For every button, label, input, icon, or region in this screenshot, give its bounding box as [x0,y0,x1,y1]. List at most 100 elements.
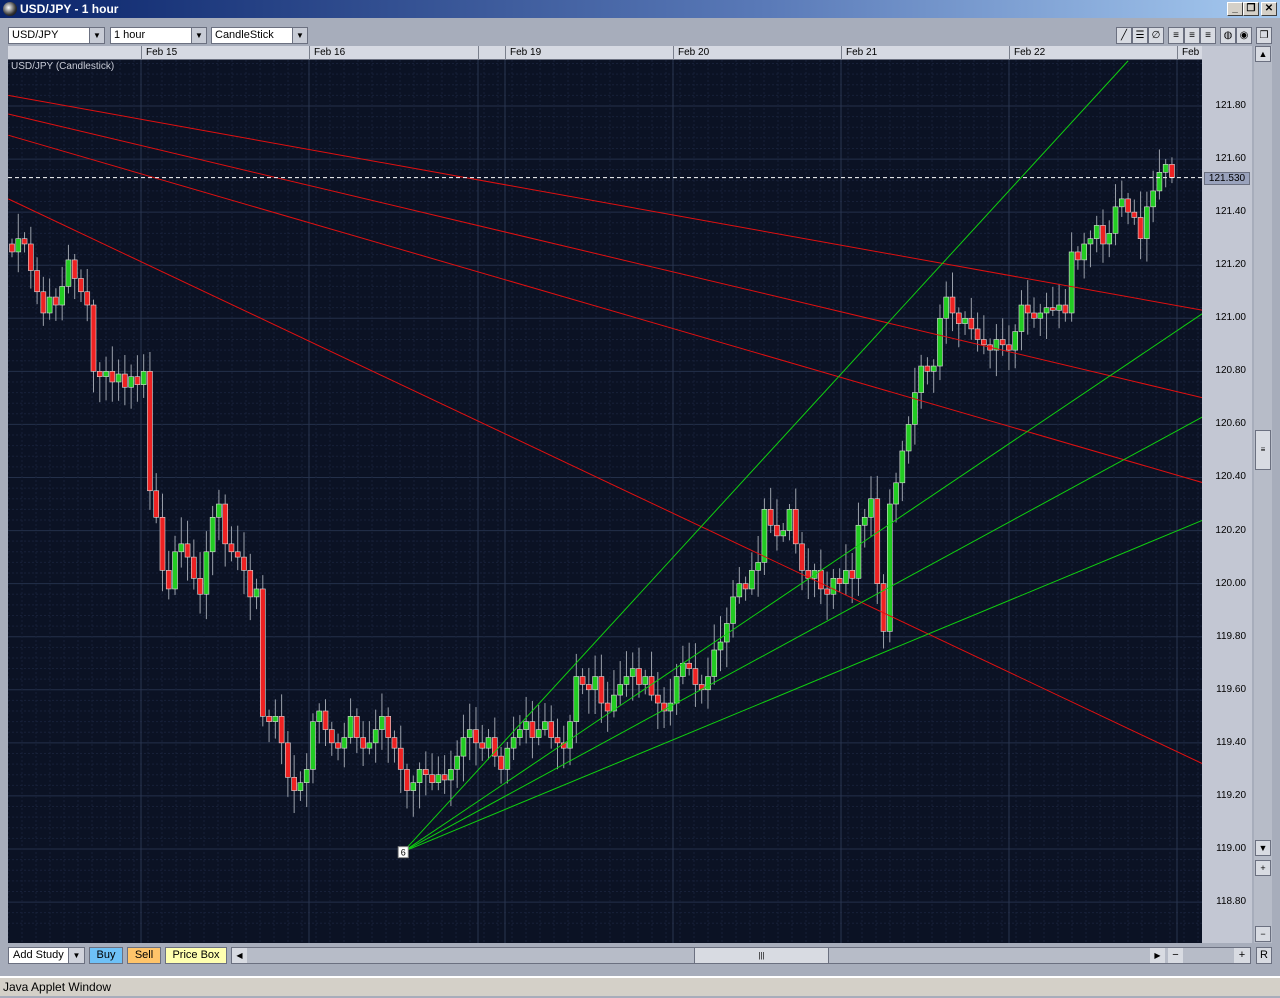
candle-up [592,676,598,691]
candle-up [178,543,185,553]
candle-down [692,668,699,685]
candle-up [899,450,906,484]
scroll-right-icon[interactable]: ▶ [1150,948,1165,963]
sell-button[interactable]: Sell [127,947,161,964]
grid-2-icon[interactable]: ≡ [1184,27,1200,44]
candle-up [1068,251,1075,314]
minimize-button[interactable]: _ [1227,2,1243,16]
candle-up [209,516,216,553]
scroll-down-icon[interactable]: ▼ [1255,840,1271,856]
candle-down [397,747,404,770]
chevron-down-icon: ▼ [89,28,104,43]
price-box-button[interactable]: Price Box [165,947,227,964]
candle-up [542,721,548,730]
candle-down [441,774,448,781]
candle-down [147,371,153,492]
candle-up [930,365,937,372]
candle-up [943,296,950,319]
symbol-select[interactable]: USD/JPY ▼ [8,27,105,44]
candle-down [266,716,272,722]
candle-down [90,304,97,372]
candle-up [347,716,354,738]
vertical-scrollbar[interactable]: ▲ ≡ ▼ + − [1254,46,1272,943]
candle-down [1131,211,1138,218]
add-study-dropdown[interactable]: ▼ [68,947,85,964]
price-tick-label: 119.80 [1216,630,1246,642]
candle-down [792,509,799,545]
candle-up [680,662,686,677]
fan-tool-icon[interactable]: ∅ [1148,27,1164,44]
interval-value: 1 hour [114,29,146,41]
candle-down [153,490,160,518]
reset-button[interactable]: R [1256,947,1272,964]
zoom-out-h-icon[interactable]: − [1168,948,1183,963]
pattern-tool-icon[interactable]: ◉ [1236,27,1252,44]
candle-down [122,373,128,388]
horizontal-lines-icon[interactable]: ☰ [1132,27,1148,44]
current-price-label: 121.530 [1204,171,1250,185]
candle-up [303,769,310,783]
candle-up [937,317,943,367]
candle-down [285,742,291,778]
date-label [478,46,505,60]
scroll-up-icon[interactable]: ▲ [1255,46,1271,62]
candle-up [912,392,918,425]
detach-window-icon[interactable]: ❐ [1256,27,1272,44]
zoom-in-icon[interactable]: + [1255,860,1271,876]
candle-down [109,371,116,383]
candle-down [949,296,956,314]
close-button[interactable]: ✕ [1261,2,1277,16]
buy-button[interactable]: Buy [89,947,123,964]
candle-up [567,721,573,749]
line-tool-icon[interactable]: ╱ [1116,27,1132,44]
candle-down [21,238,28,245]
candle-up [272,716,279,722]
candle-up [454,755,460,770]
candle-down [228,543,235,553]
candle-down [554,737,561,744]
candle-down [1100,225,1106,245]
candle-up [341,737,348,749]
zoom-out-icon[interactable]: − [1255,926,1271,942]
circle-tool-icon[interactable]: ◍ [1220,27,1236,44]
candle-up [297,782,304,791]
scroll-left-icon[interactable]: ◀ [232,948,247,963]
candle-down [191,556,197,579]
candle-down [579,676,586,685]
candle-up [1012,331,1019,351]
candle-up [310,721,316,770]
candle-up [410,782,417,791]
candle-up [1162,164,1169,173]
candle-down [278,716,285,744]
candle-up [868,498,874,518]
candle-up [918,365,924,393]
price-tick-label: 120.80 [1215,365,1246,377]
candlestick-chart[interactable]: 6 [8,60,1202,943]
candle-up [59,286,65,306]
date-label: Feb 15 [141,46,309,60]
chevron-down-icon: ▼ [191,28,206,43]
candle-down [1062,304,1069,314]
restore-button[interactable]: ❐ [1243,2,1259,16]
candle-up [642,676,649,685]
candle-up [623,676,630,685]
candle-up [216,503,222,518]
candle-up [780,530,787,537]
candle-up [203,551,210,595]
interval-select[interactable]: 1 hour ▼ [110,27,207,44]
horizontal-scrollbar[interactable]: ◀ ||| ▶ − + [231,947,1251,964]
horizontal-scroll-thumb[interactable]: ||| [694,948,829,963]
plot-background [8,60,1202,943]
price-tick-label: 121.60 [1215,153,1246,165]
chart-type-select[interactable]: CandleStick ▼ [211,27,308,44]
candle-down [1169,164,1175,178]
vertical-scroll-thumb[interactable]: ≡ [1255,430,1271,470]
grid-1-icon[interactable]: ≡ [1168,27,1184,44]
candle-down [28,243,34,271]
grid-3-icon[interactable]: ≡ [1200,27,1216,44]
candle-up [448,769,454,781]
price-tick-label: 119.20 [1216,789,1246,801]
chart-label: USD/JPY (Candlestick) [11,61,115,72]
candle-down [1125,198,1131,213]
zoom-in-h-icon[interactable]: + [1234,948,1250,963]
